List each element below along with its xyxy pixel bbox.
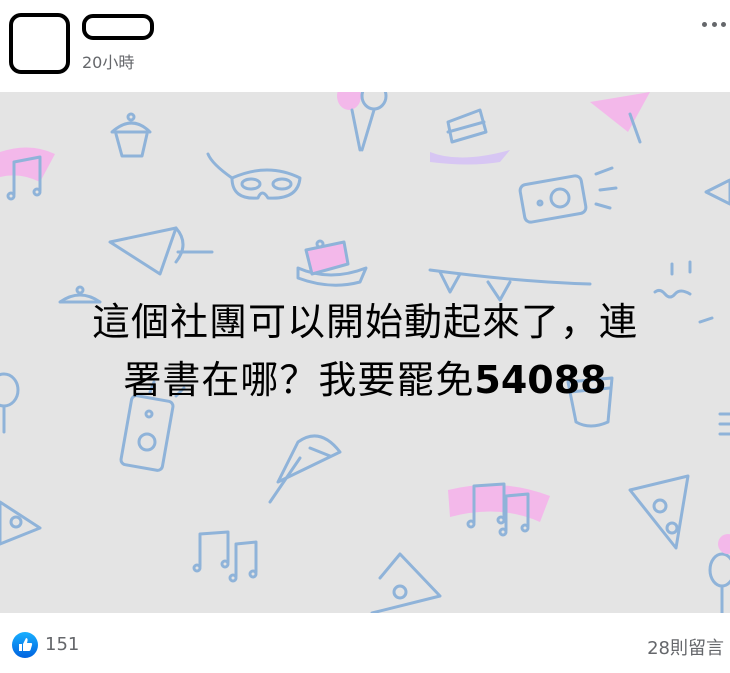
dot — [702, 21, 707, 27]
post-background-image: 這個社團可以開始動起來了，連 署書在哪？我要罷免54088 — [0, 92, 730, 613]
post-footer: 151 28則留言 — [0, 613, 730, 673]
post-text-number: 54088 — [474, 358, 607, 402]
avatar[interactable] — [9, 13, 70, 74]
post-text-line-1: 這個社團可以開始動起來了，連 — [91, 300, 638, 344]
post-timestamp[interactable]: 20小時 — [82, 49, 134, 73]
post-text-line-2-prefix: 署書在哪？我要罷免 — [123, 358, 475, 402]
dot — [721, 21, 726, 27]
post-header: 20小時 — [0, 0, 730, 92]
like-thumb-icon[interactable] — [12, 632, 38, 658]
dot — [711, 21, 717, 27]
post-text: 這個社團可以開始動起來了，連 署書在哪？我要罷免54088 — [0, 293, 730, 409]
author-name-redacted[interactable] — [82, 14, 154, 40]
more-options-icon[interactable] — [702, 14, 726, 34]
post-text-line-2: 署書在哪？我要罷免54088 — [0, 351, 730, 409]
comment-count[interactable]: 28則留言 — [647, 634, 724, 660]
like-count[interactable]: 151 — [45, 634, 79, 655]
